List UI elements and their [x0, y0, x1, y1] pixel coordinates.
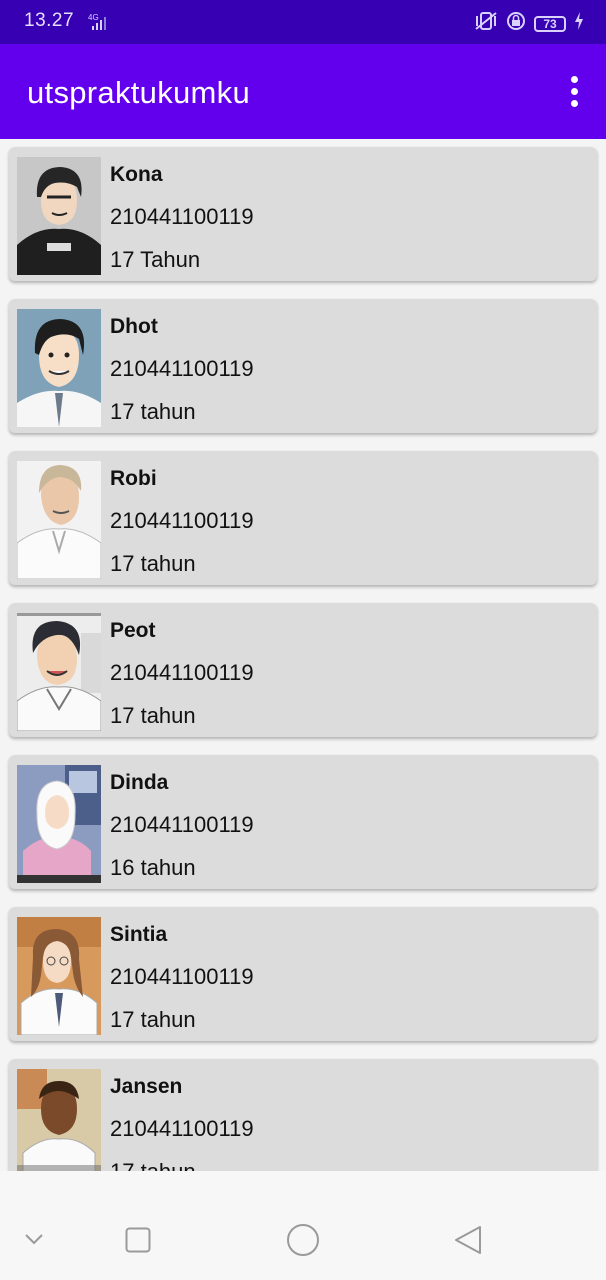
app-title: utspraktukumku — [27, 75, 251, 110]
status-bar: 13.27 4G 73 — [0, 0, 606, 44]
student-age: 17 tahun — [110, 1159, 196, 1171]
more-vert-icon[interactable] — [568, 76, 580, 108]
avatar — [17, 917, 101, 1035]
svg-text:4G: 4G — [88, 13, 99, 22]
student-nim: 210441100119 — [110, 660, 254, 685]
back-triangle-icon[interactable] — [454, 1225, 482, 1255]
student-nim: 210441100119 — [110, 204, 254, 229]
home-circle-icon[interactable] — [286, 1223, 320, 1257]
student-nim: 210441100119 — [110, 356, 254, 381]
student-name: Dinda — [110, 771, 169, 794]
list-item[interactable]: Peot 210441100119 17 tahun — [9, 603, 597, 737]
student-nim: 210441100119 — [110, 508, 254, 533]
list-item[interactable]: Dinda 210441100119 16 tahun — [9, 755, 597, 889]
student-name: Sintia — [110, 923, 168, 946]
student-age: 16 tahun — [110, 855, 196, 880]
avatar — [17, 157, 101, 275]
student-name: Robi — [110, 467, 157, 490]
signal-icon: 4G — [88, 12, 110, 37]
student-age: 17 tahun — [110, 703, 196, 728]
avatar — [17, 1069, 101, 1171]
list-item[interactable]: Kona 210441100119 17 Tahun — [9, 147, 597, 281]
student-name: Jansen — [110, 1075, 183, 1098]
app-bar: utspraktukumku — [0, 44, 606, 139]
student-nim: 210441100119 — [110, 812, 254, 837]
avatar — [17, 765, 101, 883]
student-age: 17 Tahun — [110, 247, 201, 272]
recents-square-icon[interactable] — [125, 1227, 151, 1253]
student-age: 17 tahun — [110, 551, 196, 576]
battery-indicator: 73 — [534, 15, 566, 32]
vibrate-icon — [474, 11, 498, 36]
student-name: Peot — [110, 619, 156, 642]
list-item[interactable]: Jansen 210441100119 17 tahun — [9, 1059, 597, 1171]
list-item[interactable]: Sintia 210441100119 17 tahun — [9, 907, 597, 1041]
student-name: Kona — [110, 163, 163, 186]
charging-icon — [574, 12, 584, 35]
avatar — [17, 461, 101, 579]
avatar — [17, 613, 101, 731]
student-age: 17 tahun — [110, 399, 196, 424]
avatar — [17, 309, 101, 427]
list-item[interactable]: Dhot 210441100119 17 tahun — [9, 299, 597, 433]
lock-rotation-icon — [506, 11, 526, 36]
student-age: 17 tahun — [110, 1007, 196, 1032]
student-list[interactable]: Kona 210441100119 17 Tahun Dhot 21044110… — [0, 139, 606, 1171]
list-item[interactable]: Robi 210441100119 17 tahun — [9, 451, 597, 585]
student-nim: 210441100119 — [110, 1116, 254, 1141]
student-name: Dhot — [110, 315, 158, 338]
chevron-down-icon[interactable] — [24, 1232, 44, 1246]
navigation-bar — [0, 1171, 606, 1280]
status-time: 13.27 — [24, 10, 75, 31]
student-nim: 210441100119 — [110, 964, 254, 989]
